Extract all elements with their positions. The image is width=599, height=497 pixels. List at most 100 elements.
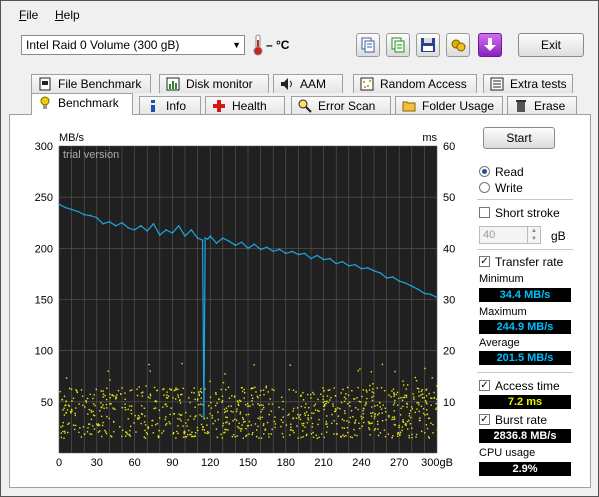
access-time-point <box>247 424 250 427</box>
access-time-point <box>273 420 276 423</box>
access-time-point <box>162 388 164 391</box>
access-time-point <box>301 423 303 425</box>
cpu-usage-value: 2.9% <box>479 462 571 476</box>
access-time-point <box>172 431 175 434</box>
spinner-arrows-icon[interactable]: ▲ ▼ <box>527 227 540 243</box>
access-time-point <box>420 394 422 396</box>
x-tick-label: 180 <box>277 457 295 469</box>
menu-file[interactable]: File <box>19 8 38 22</box>
save-button[interactable] <box>416 33 440 57</box>
tab-folder-usage[interactable]: Folder Usage <box>395 96 503 115</box>
tab-error-scan[interactable]: Error Scan <box>291 96 391 115</box>
access-time-point <box>179 414 182 417</box>
access-time-point <box>295 391 297 393</box>
access-time-point <box>92 414 95 416</box>
access-time-point <box>360 415 363 418</box>
access-time-point <box>124 392 126 394</box>
tab-info[interactable]: Info <box>139 96 201 115</box>
access-time-point <box>62 430 64 433</box>
access-time-point <box>290 423 292 425</box>
access-time-point <box>125 431 127 433</box>
transfer-rate-point <box>272 250 274 253</box>
y-left-tick-label: 100 <box>35 346 53 358</box>
transfer-rate-point <box>329 257 331 260</box>
access-time-point <box>137 418 139 420</box>
access-time-point <box>254 423 257 425</box>
access-time-point <box>342 388 344 391</box>
access-time-point <box>371 412 374 414</box>
access-time-point <box>388 414 390 417</box>
access-time-point <box>71 400 73 402</box>
access-time-point <box>143 421 146 423</box>
transfer-rate-point <box>379 272 382 274</box>
access-time-point <box>261 408 264 411</box>
transfer-rate-point <box>278 248 281 251</box>
tab-disk-monitor[interactable]: Disk monitor <box>159 74 269 93</box>
access-time-point <box>81 395 84 397</box>
access-time-point <box>358 400 361 403</box>
access-time-point <box>201 428 204 431</box>
access-time-point <box>417 388 420 390</box>
access-time-point <box>268 413 270 416</box>
access-time-point <box>391 390 393 392</box>
short-stroke-spinner[interactable]: 40 ▲ ▼ <box>479 226 541 244</box>
access-time-point <box>343 400 346 403</box>
access-time-point <box>194 398 196 401</box>
access-time-point <box>200 403 202 405</box>
screenshot-button[interactable] <box>446 33 470 57</box>
tab-aam[interactable]: AAM <box>273 74 343 93</box>
access-time-point <box>194 431 197 434</box>
access-time-point <box>140 413 143 415</box>
access-time-point <box>144 429 146 432</box>
copy-info-button[interactable] <box>356 33 380 57</box>
access-time-point <box>347 431 349 434</box>
health-cross-icon <box>213 100 225 112</box>
access-time-point <box>341 418 344 421</box>
access-time-point <box>129 405 131 407</box>
access-time-point <box>331 422 333 425</box>
access-time-point <box>103 407 105 410</box>
access-time-point <box>241 428 243 430</box>
access-time-point <box>234 435 236 438</box>
exit-button[interactable]: Exit <box>518 33 584 57</box>
access-time-point <box>265 385 268 387</box>
access-time-point <box>214 404 217 407</box>
download-button[interactable] <box>478 33 502 57</box>
drive-select[interactable]: Intel Raid 0 Volume (300 gB) ▼ <box>21 35 245 55</box>
tab-label: Erase <box>534 99 566 113</box>
trash-icon <box>516 100 526 112</box>
access-time-point <box>86 431 89 433</box>
tab-file-benchmark[interactable]: File Benchmark <box>31 74 151 93</box>
tab-health[interactable]: Health <box>205 96 285 115</box>
access-time-point <box>256 429 258 431</box>
access-time-point <box>382 404 384 406</box>
access-time-point <box>105 403 108 406</box>
access-time-point <box>105 398 108 401</box>
tab-random-access[interactable]: Random Access <box>353 74 477 93</box>
copy-text-button[interactable] <box>386 33 410 57</box>
access-time-point <box>383 389 386 392</box>
access-time-point <box>104 429 106 432</box>
access-time-point <box>241 390 244 393</box>
access-time-point <box>323 405 326 407</box>
access-time-point <box>136 394 139 397</box>
access-time-point <box>311 391 314 394</box>
tab-benchmark[interactable]: Benchmark <box>31 93 133 115</box>
access-time-point <box>289 364 291 366</box>
tab-erase[interactable]: Erase <box>507 96 577 115</box>
access-time-point <box>221 401 223 403</box>
menu-help[interactable]: Help <box>55 8 80 22</box>
tab-extra-tests[interactable]: Extra tests <box>483 74 573 93</box>
transfer-rate-point <box>146 230 148 232</box>
access-time-point <box>408 412 411 415</box>
start-button[interactable]: Start <box>483 127 555 149</box>
access-time-point <box>345 398 347 400</box>
access-time-point <box>79 427 81 429</box>
x-tick-label: 270 <box>390 457 408 469</box>
transfer-rate-point <box>206 238 209 240</box>
access-time-point <box>143 407 146 409</box>
access-time-point <box>106 407 108 409</box>
access-time-point <box>177 418 179 420</box>
access-time-point <box>340 392 342 394</box>
access-time-point <box>65 377 68 379</box>
